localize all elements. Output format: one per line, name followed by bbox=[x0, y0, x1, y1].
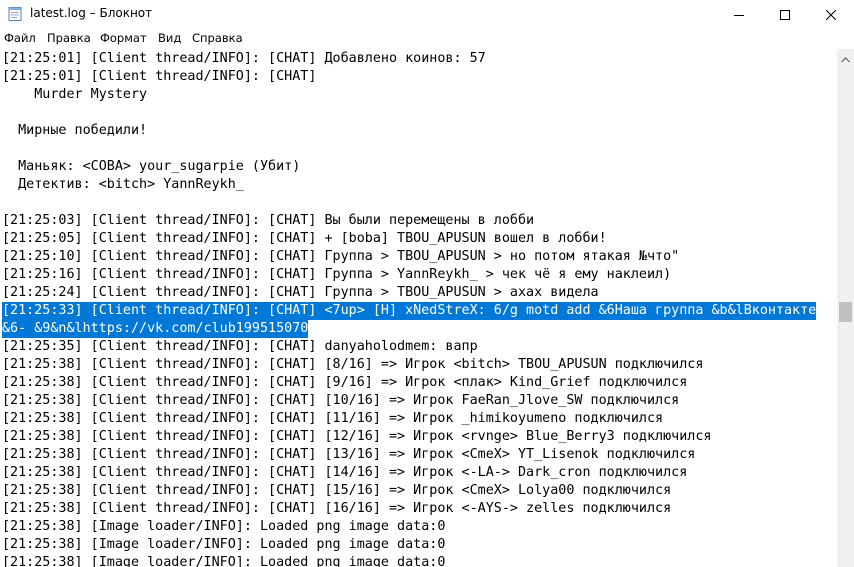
text-line[interactable]: [21:25:38] [Client thread/INFO]: [CHAT] … bbox=[2, 356, 703, 374]
menu-view[interactable]: Вид bbox=[158, 31, 181, 45]
text-line[interactable]: Murder Mystery bbox=[2, 86, 147, 104]
minimize-icon bbox=[734, 5, 744, 24]
text-line[interactable]: [21:25:38] [Image loader/INFO]: Loaded p… bbox=[2, 518, 445, 536]
title-bar[interactable]: latest.log – Блокнот bbox=[0, 0, 854, 28]
text-line[interactable]: [21:25:38] [Client thread/INFO]: [CHAT] … bbox=[2, 482, 671, 500]
text-line[interactable]: [21:25:38] [Client thread/INFO]: [CHAT] … bbox=[2, 464, 687, 482]
notepad-icon bbox=[8, 6, 22, 21]
vertical-scrollbar[interactable] bbox=[837, 49, 854, 567]
text-line[interactable]: [21:25:01] [Client thread/INFO]: [CHAT] bbox=[2, 68, 316, 86]
minimize-button[interactable] bbox=[716, 0, 762, 28]
menu-file[interactable]: Файл bbox=[4, 31, 36, 45]
text-line[interactable]: [21:25:38] [Client thread/INFO]: [CHAT] … bbox=[2, 500, 671, 518]
scroll-up-button[interactable] bbox=[837, 49, 854, 66]
window-title: latest.log – Блокнот bbox=[30, 6, 153, 20]
text-line[interactable]: [21:25:16] [Client thread/INFO]: [CHAT] … bbox=[2, 266, 671, 284]
menu-format[interactable]: Формат bbox=[100, 31, 147, 45]
close-icon bbox=[825, 5, 837, 24]
text-line[interactable]: Детектив: <bitch> YannReykh_ bbox=[2, 176, 244, 194]
text-line[interactable]: [21:25:38] [Image loader/INFO]: Loaded p… bbox=[2, 554, 445, 567]
text-line[interactable]: [21:25:03] [Client thread/INFO]: [CHAT] … bbox=[2, 212, 534, 230]
text-line[interactable]: [21:25:01] [Client thread/INFO]: [CHAT] … bbox=[2, 50, 486, 68]
close-button[interactable] bbox=[808, 0, 854, 28]
maximize-icon bbox=[780, 5, 790, 24]
text-line[interactable]: Маньяк: <COBA> your_sugarpie (Убит) bbox=[2, 158, 300, 176]
text-line[interactable]: Мирные победили! bbox=[2, 122, 147, 140]
menu-bar: Файл Правка Формат Вид Справка bbox=[0, 28, 854, 49]
text-line[interactable]: [21:25:38] [Client thread/INFO]: [CHAT] … bbox=[2, 392, 679, 410]
text-line[interactable]: [21:25:38] [Client thread/INFO]: [CHAT] … bbox=[2, 374, 687, 392]
text-line[interactable]: [21:25:35] [Client thread/INFO]: [CHAT] … bbox=[2, 338, 478, 356]
maximize-button[interactable] bbox=[762, 0, 808, 28]
text-line[interactable]: [21:25:38] [Client thread/INFO]: [CHAT] … bbox=[2, 446, 695, 464]
menu-edit[interactable]: Правка bbox=[47, 31, 91, 45]
text-line[interactable]: [21:25:24] [Client thread/INFO]: [CHAT] … bbox=[2, 284, 599, 302]
scroll-thumb[interactable] bbox=[839, 302, 852, 322]
text-line[interactable]: [21:25:05] [Client thread/INFO]: [CHAT] … bbox=[2, 230, 607, 248]
text-line[interactable]: [21:25:38] [Image loader/INFO]: Loaded p… bbox=[2, 536, 445, 554]
selected-text-line[interactable]: [21:25:33] [Client thread/INFO]: [CHAT] … bbox=[2, 302, 817, 320]
menu-help[interactable]: Справка bbox=[192, 31, 243, 45]
text-line[interactable]: [21:25:38] [Client thread/INFO]: [CHAT] … bbox=[2, 410, 663, 428]
scroll-up-arrow-icon bbox=[841, 48, 850, 67]
text-editor[interactable]: [21:25:01] [Client thread/INFO]: [CHAT] … bbox=[0, 49, 837, 567]
text-line[interactable]: [21:25:10] [Client thread/INFO]: [CHAT] … bbox=[2, 248, 679, 266]
text-line[interactable]: [21:25:38] [Client thread/INFO]: [CHAT] … bbox=[2, 428, 711, 446]
selected-text-line[interactable]: &6- &9&n&lhttps://vk.com/club199515070 bbox=[2, 320, 309, 338]
